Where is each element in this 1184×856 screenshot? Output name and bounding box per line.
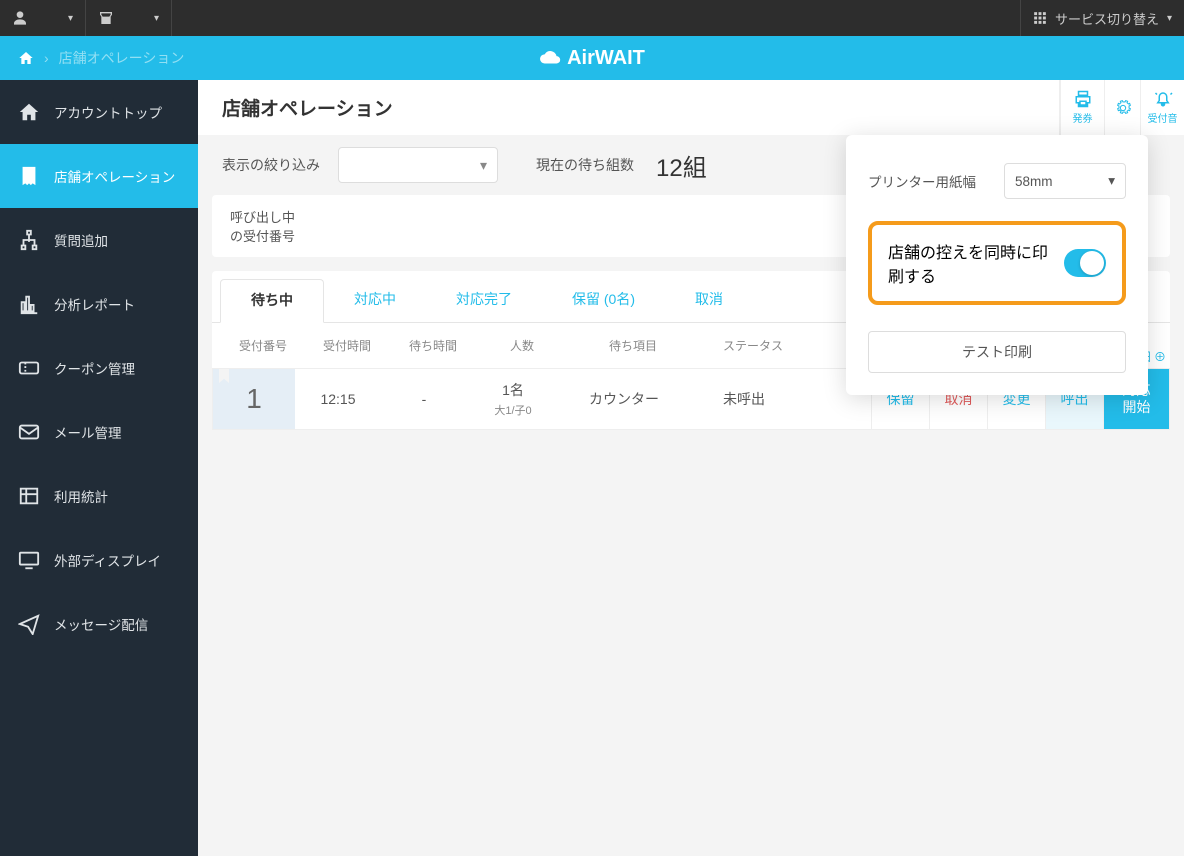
tab-label: 待ち中 bbox=[251, 292, 293, 308]
printer-settings-popover: プリンター用紙幅 58mm ▾ 店舗の控えを同時に印刷する テスト印刷 bbox=[846, 135, 1148, 395]
tab-canceled[interactable]: 取消 bbox=[665, 279, 753, 322]
tab-label: 対応中 bbox=[354, 291, 396, 307]
col-status: ステータス bbox=[698, 337, 808, 354]
paper-width-value: 58mm bbox=[1015, 174, 1053, 189]
breadcrumb: › 店舗オペレーション bbox=[0, 48, 202, 68]
sidebar-item-label: メール管理 bbox=[54, 422, 122, 442]
tab-label: 対応完了 bbox=[456, 291, 512, 307]
sitemap-icon bbox=[18, 229, 40, 251]
table-icon bbox=[18, 485, 40, 507]
cell-number: 1 bbox=[213, 369, 295, 429]
test-print-button[interactable]: テスト印刷 bbox=[868, 331, 1126, 373]
chart-icon bbox=[18, 293, 40, 315]
filter-select[interactable]: ▾ bbox=[338, 147, 498, 183]
sidebar: アカウントトップ 店舗オペレーション 質問追加 分析レポート クーポン管理 メー… bbox=[0, 80, 198, 856]
send-icon bbox=[18, 613, 40, 635]
header-action-label: 発券 bbox=[1073, 110, 1093, 125]
sidebar-item-label: 分析レポート bbox=[54, 294, 135, 314]
chevron-down-icon: ▾ bbox=[154, 13, 159, 24]
sidebar-item-account-top[interactable]: アカウントトップ bbox=[0, 80, 198, 144]
filter-label: 表示の絞り込み bbox=[222, 155, 320, 175]
main-content: 店舗オペレーション 発券 受付音 表示の絞り込み ▾ 現在の待ち組数 bbox=[198, 80, 1184, 856]
store-menu[interactable]: ▾ bbox=[86, 0, 172, 36]
bookmark-icon bbox=[219, 369, 229, 383]
sidebar-item-message[interactable]: メッセージ配信 bbox=[0, 592, 198, 656]
paper-width-select[interactable]: 58mm ▾ bbox=[1004, 163, 1126, 199]
chevron-right-icon: › bbox=[44, 50, 49, 66]
printer-icon bbox=[1073, 90, 1093, 108]
brand-text: AirWAIT bbox=[567, 47, 645, 70]
sidebar-item-mail[interactable]: メール管理 bbox=[0, 400, 198, 464]
cell-status: 未呼出 bbox=[689, 369, 799, 429]
col-number: 受付番号 bbox=[222, 337, 304, 354]
sidebar-item-question-add[interactable]: 質問追加 bbox=[0, 208, 198, 272]
user-icon bbox=[12, 10, 28, 26]
sub-header: › 店舗オペレーション AirWAIT bbox=[0, 36, 1184, 80]
sidebar-item-stats[interactable]: 利用統計 bbox=[0, 464, 198, 528]
chevron-down-icon: ▾ bbox=[1167, 13, 1172, 24]
col-time: 受付時間 bbox=[304, 337, 390, 354]
cloud-icon bbox=[539, 47, 561, 69]
tab-hold[interactable]: 保留 (0名) bbox=[542, 279, 665, 322]
header-action-sound[interactable]: 受付音 bbox=[1140, 80, 1184, 135]
store-icon bbox=[98, 10, 114, 26]
monitor-icon bbox=[18, 549, 40, 571]
print-copy-setting: 店舗の控えを同時に印刷する bbox=[868, 221, 1126, 305]
page-title: 店舗オペレーション bbox=[222, 94, 393, 121]
sidebar-item-label: 質問追加 bbox=[54, 230, 108, 250]
account-menu[interactable]: ▾ bbox=[0, 0, 86, 36]
sidebar-item-label: 利用統計 bbox=[54, 486, 108, 506]
service-switch-label: サービス切り替え bbox=[1055, 9, 1159, 28]
cell-wait: - bbox=[381, 369, 467, 429]
sidebar-item-analytics[interactable]: 分析レポート bbox=[0, 272, 198, 336]
col-wait: 待ち時間 bbox=[390, 337, 476, 354]
home-icon bbox=[18, 101, 40, 123]
sidebar-item-label: 店舗オペレーション bbox=[54, 166, 175, 186]
cell-persons: 1名 大1/子0 bbox=[467, 369, 559, 429]
breadcrumb-current: 店舗オペレーション bbox=[59, 48, 185, 68]
chevron-down-icon: ▾ bbox=[1108, 173, 1115, 189]
wait-count-label: 現在の待ち組数 bbox=[536, 155, 634, 175]
header-action-label: 受付音 bbox=[1148, 110, 1178, 125]
home-icon[interactable] bbox=[18, 50, 34, 66]
sidebar-item-store-operation[interactable]: 店舗オペレーション bbox=[0, 144, 198, 208]
cell-item: カウンター bbox=[559, 369, 689, 429]
paper-width-label: プリンター用紙幅 bbox=[868, 171, 976, 191]
header-action-ticket[interactable]: 発券 bbox=[1060, 80, 1104, 135]
tab-in-progress[interactable]: 対応中 bbox=[324, 279, 426, 322]
brand-logo: AirWAIT bbox=[539, 47, 645, 70]
col-item: 待ち項目 bbox=[568, 337, 698, 354]
tab-waiting[interactable]: 待ち中 bbox=[220, 279, 324, 323]
chevron-down-icon: ▾ bbox=[480, 157, 487, 174]
sidebar-item-label: アカウントトップ bbox=[54, 102, 162, 122]
sidebar-item-external-display[interactable]: 外部ディスプレイ bbox=[0, 528, 198, 592]
print-copy-label: 店舗の控えを同時に印刷する bbox=[888, 239, 1064, 287]
sidebar-item-label: クーポン管理 bbox=[54, 358, 135, 378]
gear-icon bbox=[1115, 100, 1131, 116]
toggle-knob bbox=[1080, 251, 1104, 275]
ticket-icon bbox=[18, 357, 40, 379]
service-switch[interactable]: サービス切り替え ▾ bbox=[1020, 0, 1184, 36]
print-copy-toggle[interactable] bbox=[1064, 249, 1106, 277]
wait-count-value: 12組 bbox=[656, 148, 707, 183]
mail-icon bbox=[18, 421, 40, 443]
receipt-icon bbox=[18, 165, 40, 187]
col-persons: 人数 bbox=[476, 337, 568, 354]
tab-label: 保留 (0名) bbox=[572, 291, 635, 307]
bell-icon bbox=[1153, 90, 1173, 108]
header-action-settings[interactable] bbox=[1104, 80, 1140, 135]
main-header: 店舗オペレーション 発券 受付音 bbox=[198, 80, 1184, 135]
tab-completed[interactable]: 対応完了 bbox=[426, 279, 542, 322]
top-bar: ▾ ▾ サービス切り替え ▾ bbox=[0, 0, 1184, 36]
sidebar-item-coupon[interactable]: クーポン管理 bbox=[0, 336, 198, 400]
sidebar-item-label: メッセージ配信 bbox=[54, 614, 148, 634]
grid-icon bbox=[1033, 11, 1047, 25]
sidebar-item-label: 外部ディスプレイ bbox=[54, 550, 161, 570]
tab-label: 取消 bbox=[695, 291, 723, 307]
cell-time: 12:15 bbox=[295, 369, 381, 429]
chevron-down-icon: ▾ bbox=[68, 13, 73, 24]
